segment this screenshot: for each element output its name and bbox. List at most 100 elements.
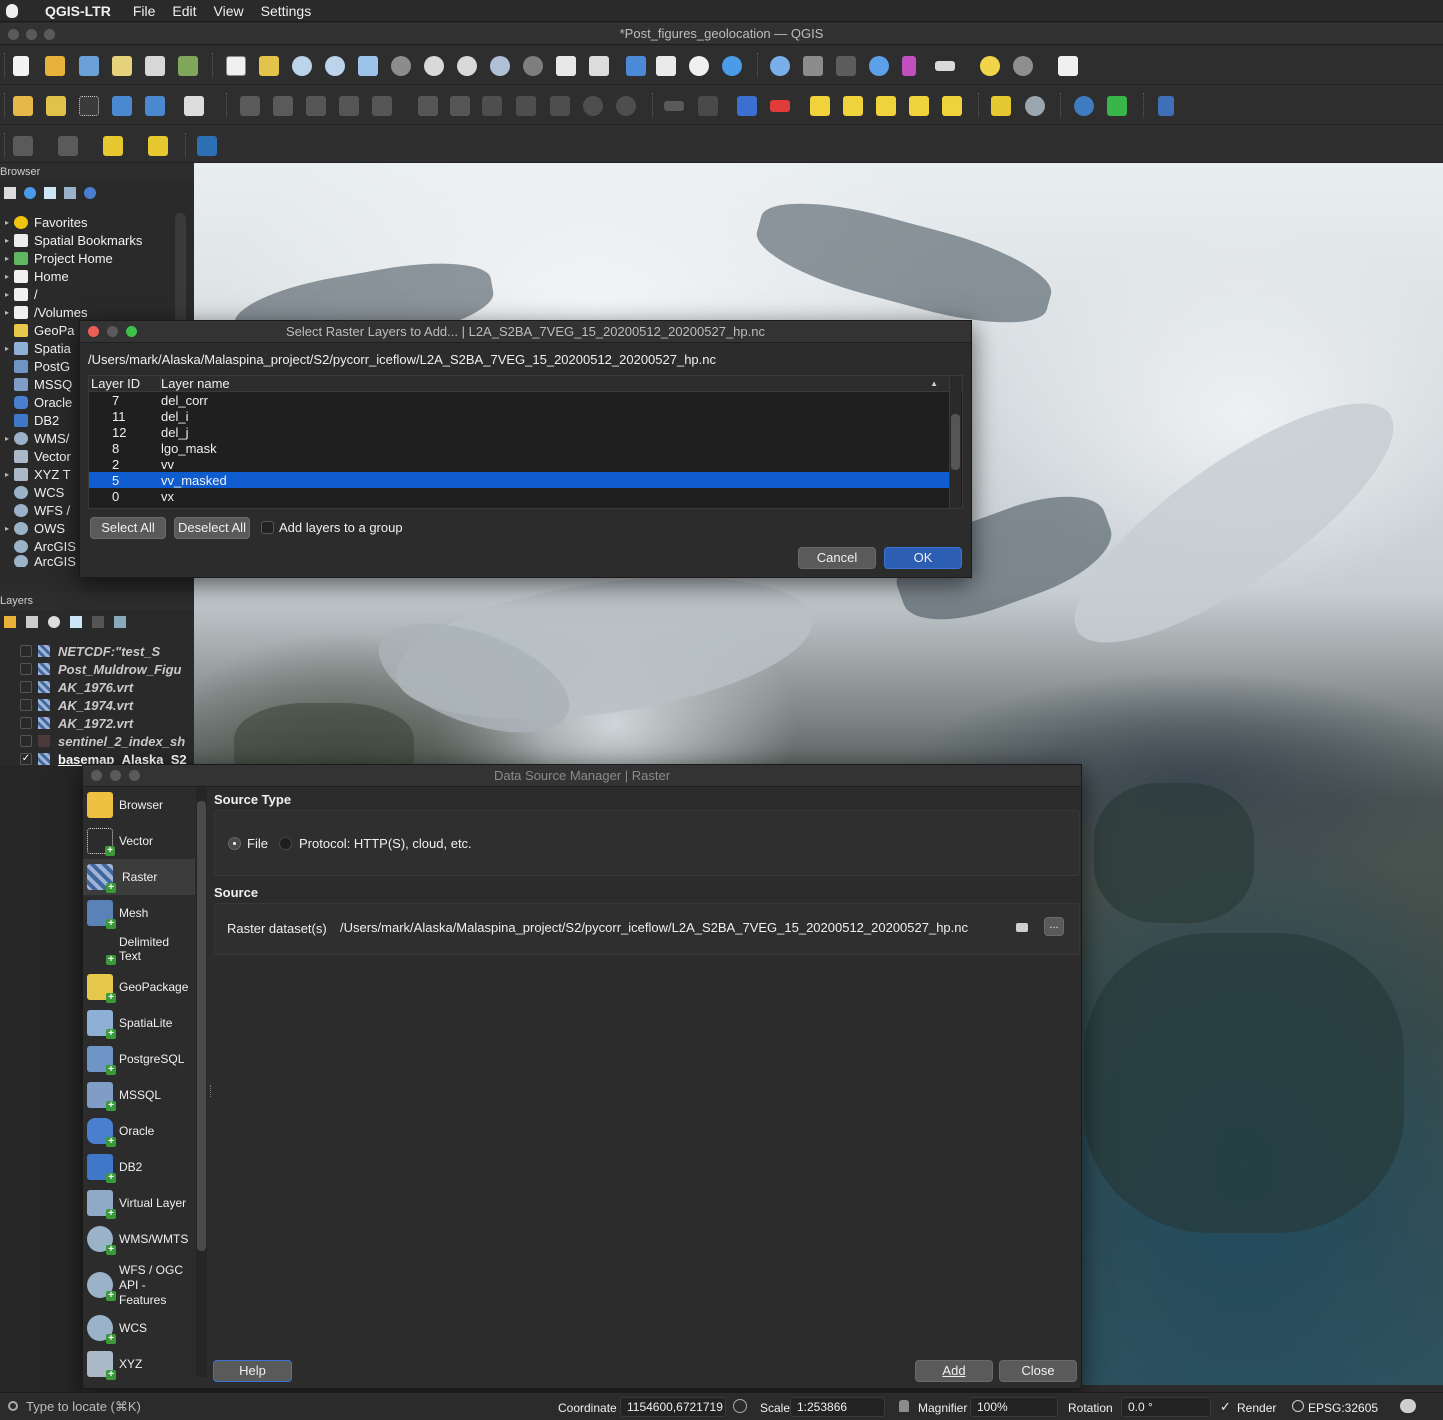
refresh-icon[interactable]	[24, 187, 36, 199]
zoom-to-selection-icon[interactable]	[391, 56, 411, 76]
layer-item[interactable]: AK_1972.vrt	[0, 714, 194, 732]
add-button[interactable]: Add	[915, 1360, 993, 1382]
toggle-editing-icon[interactable]	[273, 96, 293, 116]
menu-edit[interactable]: Edit	[172, 3, 196, 19]
scrollbar-thumb[interactable]	[951, 414, 960, 470]
close-dialog-icon[interactable]	[88, 326, 99, 337]
protocol-radio[interactable]	[279, 837, 292, 850]
open-dsm-icon[interactable]	[13, 96, 33, 116]
select-features-icon[interactable]	[13, 136, 33, 156]
dsm-tab-delimited-text[interactable]: + Delimited Text	[83, 933, 195, 965]
table-row[interactable]: 8 lgo_mask	[89, 440, 962, 456]
add-to-group-checkbox[interactable]	[261, 521, 274, 534]
style-manager-icon[interactable]	[178, 56, 198, 76]
column-header-layer-id[interactable]: Layer ID	[89, 376, 161, 391]
apple-icon[interactable]	[6, 3, 18, 18]
change-label-icon[interactable]	[942, 96, 962, 116]
edit-icon[interactable]	[240, 96, 260, 116]
zoom-in-icon[interactable]	[292, 56, 312, 76]
pan-icon[interactable]	[226, 56, 246, 76]
processing-toolbox-icon[interactable]	[869, 56, 889, 76]
browse-button[interactable]: ...	[1044, 917, 1064, 936]
layer-item[interactable]: Post_Muldrow_Figu	[0, 660, 194, 678]
layer-visibility-checkbox-checked[interactable]: ✓	[20, 753, 32, 765]
add-feature-icon[interactable]	[339, 96, 359, 116]
dsm-tab-browser[interactable]: Browser	[83, 791, 195, 819]
add-group-icon[interactable]	[26, 616, 38, 628]
lock-icon[interactable]	[899, 1400, 909, 1412]
refresh-icon[interactable]	[722, 56, 742, 76]
zoom-window-icon[interactable]	[44, 29, 55, 40]
sort-up-icon[interactable]: ▲	[930, 379, 938, 388]
dsm-tab-mesh[interactable]: + Mesh	[83, 899, 195, 929]
rotate-label-icon[interactable]	[909, 96, 929, 116]
pan-to-selection-icon[interactable]	[259, 56, 279, 76]
minimize-dialog-icon[interactable]	[107, 326, 118, 337]
digitize-options-icon[interactable]	[664, 101, 684, 111]
filter-icon[interactable]	[70, 616, 82, 628]
dsm-tab-raster[interactable]: + Raster	[83, 859, 195, 895]
messages-icon[interactable]	[1400, 1399, 1416, 1413]
new-memory-layer-icon[interactable]	[184, 96, 204, 116]
new-virtual-layer-icon[interactable]	[145, 96, 165, 116]
copy-features-icon[interactable]	[516, 96, 536, 116]
select-by-value-icon[interactable]	[58, 136, 78, 156]
dsm-tab-postgresql[interactable]: + PostgreSQL	[83, 1045, 195, 1075]
save-edits-icon[interactable]	[306, 96, 326, 116]
table-row[interactable]: 7 del_corr	[89, 392, 962, 408]
menu-settings[interactable]: Settings	[261, 3, 312, 19]
add-layer-icon[interactable]	[4, 187, 16, 199]
splitter-handle[interactable]	[210, 1085, 213, 1097]
new-spatialite-icon[interactable]	[112, 96, 132, 116]
label-abc-icon[interactable]	[770, 100, 790, 112]
crs-button[interactable]: EPSG:32605	[1308, 1401, 1378, 1415]
dsm-tab-mssql[interactable]: + MSSQL	[83, 1081, 195, 1111]
map-tips-icon[interactable]	[980, 56, 1000, 76]
cancel-button[interactable]: Cancel	[798, 547, 876, 569]
new-bookmark-icon[interactable]	[626, 56, 646, 76]
visibility-icon[interactable]	[48, 616, 60, 628]
minimize-dialog-icon[interactable]	[110, 770, 121, 781]
table-row[interactable]: 12 del_j	[89, 424, 962, 440]
georeferencer-icon[interactable]	[991, 96, 1011, 116]
cut-features-icon[interactable]	[482, 96, 502, 116]
dsm-tab-oracle[interactable]: + Oracle	[83, 1117, 195, 1147]
dsm-tab-spatialite[interactable]: + SpatiaLite	[83, 1009, 195, 1039]
new-print-layout-icon[interactable]	[112, 56, 132, 76]
attribute-table-icon[interactable]	[803, 56, 823, 76]
clear-input-icon[interactable]	[1016, 923, 1028, 932]
dsm-sidebar-scrollbar[interactable]	[196, 787, 207, 1377]
delete-selected-icon[interactable]	[450, 96, 470, 116]
label-tool-icon[interactable]	[737, 96, 757, 116]
collapse-all-icon[interactable]	[64, 187, 76, 199]
layer-item[interactable]: NETCDF:"test_S	[0, 642, 194, 660]
raster-dataset-input[interactable]: /Users/mark/Alaska/Malaspina_project/S2/…	[335, 917, 1039, 939]
vertex-tool-icon[interactable]	[372, 96, 392, 116]
save-project-icon[interactable]	[79, 56, 99, 76]
undo-icon[interactable]	[583, 96, 603, 116]
actions-icon[interactable]	[1013, 56, 1033, 76]
coordinate-field[interactable]: 1154600,6721719	[620, 1397, 726, 1417]
select-all-button[interactable]: Select All	[90, 517, 166, 539]
mouse-coordinate-icon[interactable]	[733, 1399, 747, 1413]
zoom-out-icon[interactable]	[325, 56, 345, 76]
menu-view[interactable]: View	[214, 3, 244, 19]
redo-icon[interactable]	[616, 96, 636, 116]
new-geopackage-layer-icon[interactable]	[46, 96, 66, 116]
layer-visibility-checkbox[interactable]	[20, 735, 32, 747]
dsm-tab-wfs[interactable]: + WFS / OGC API - Features	[83, 1261, 195, 1309]
style-icon[interactable]	[4, 616, 16, 628]
zoom-dialog-icon[interactable]	[126, 326, 137, 337]
layer-visibility-checkbox[interactable]	[20, 699, 32, 711]
browser-item-root[interactable]: ▸ /	[0, 285, 175, 303]
expand-all-icon[interactable]	[92, 616, 104, 628]
table-row[interactable]: 0 vx	[89, 488, 962, 504]
show-bookmarks-icon[interactable]	[656, 56, 676, 76]
pin-labels-icon[interactable]	[810, 96, 830, 116]
magnifier-spinbox[interactable]: 100%	[970, 1397, 1058, 1417]
render-checkbox[interactable]: ✓	[1220, 1399, 1231, 1415]
paste-features-icon[interactable]	[550, 96, 570, 116]
table-row[interactable]: 11 del_i	[89, 408, 962, 424]
zoom-full-icon[interactable]	[358, 56, 378, 76]
layer-item[interactable]: AK_1974.vrt	[0, 696, 194, 714]
